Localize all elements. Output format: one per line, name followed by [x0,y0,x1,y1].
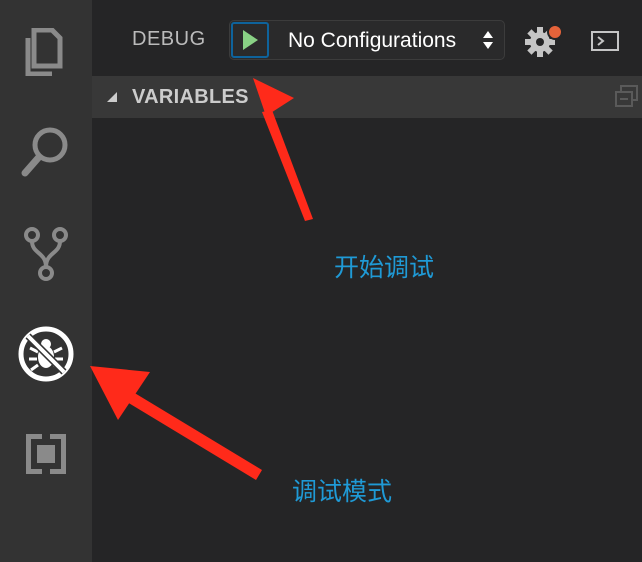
configuration-select[interactable]: No Configurations [272,21,502,59]
files-icon [25,28,63,76]
activity-bar [0,0,92,562]
configuration-value: No Configurations [288,29,457,52]
play-icon [243,30,258,50]
gear-icon [525,24,563,57]
debug-configuration-group: No Configurations [229,20,505,60]
open-launch-json-button[interactable] [524,22,564,62]
search-icon [21,127,68,177]
debug-toolbar: DEBUG No Configurations [92,0,642,76]
activity-item-explorer[interactable] [0,12,92,92]
debug-console-button[interactable] [588,26,622,56]
git-branch-icon [24,227,68,281]
annotation-start-debugging: 开始调试 [334,253,435,282]
variables-section-header[interactable]: VARIABLES [92,76,642,118]
collapse-all-icon[interactable] [614,84,638,110]
start-debugging-button[interactable] [231,22,269,58]
activity-item-search[interactable] [0,112,92,192]
no-bug-icon [18,326,74,382]
activity-item-source-control[interactable] [0,214,92,294]
debug-title: DEBUG [132,28,206,50]
terminal-icon [591,31,619,51]
activity-item-debug[interactable] [0,314,92,394]
activity-item-extensions[interactable] [0,414,92,494]
extensions-icon [26,434,66,474]
annotation-debug-mode: 调试模式 [292,477,393,506]
expanded-chevron-icon[interactable] [106,91,118,103]
variables-section-title: VARIABLES [132,86,249,108]
select-updown-icon [483,31,493,49]
notification-badge [547,24,563,40]
